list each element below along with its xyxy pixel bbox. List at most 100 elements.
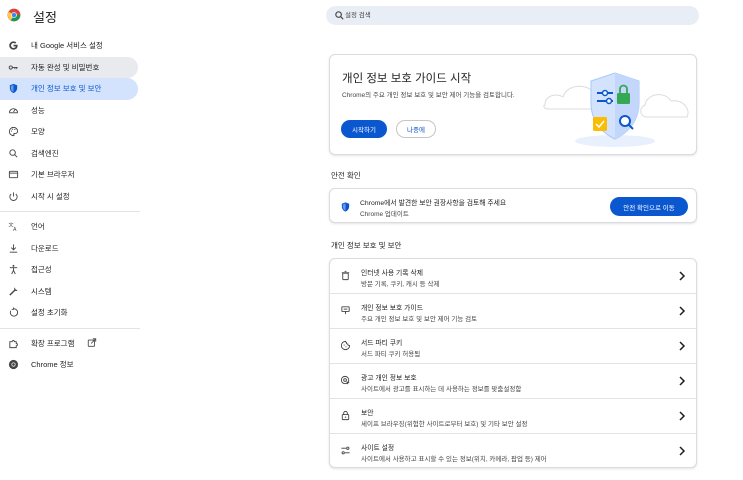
sidebar-item-google-services[interactable]: 내 Google 서비스 설정 [0,35,138,57]
lock-icon [341,410,350,421]
list-item-security[interactable]: 보안 세이프 브라우징(위험한 사이트로부터 보호) 및 기타 보안 설정 [330,399,696,434]
sidebar-item-label: 설정 초기화 [31,308,68,318]
sidebar-item-label: 언어 [31,222,45,232]
sidebar-divider [0,327,140,329]
sidebar-item-performance[interactable]: 성능 [0,100,138,122]
speedometer-icon [8,107,19,113]
chevron-right-icon [679,411,686,421]
reset-icon [9,307,19,317]
list-item-ad-privacy[interactable]: 광고 개인 정보 보호 사이트에서 광고를 표시하는 데 사용하는 정보를 맞춤… [330,364,696,399]
guide-title: 개인 정보 보호 가이드 시작 [342,73,472,85]
guide-icon [341,306,350,315]
privacy-guide-illustration [543,72,689,147]
sidebar-item-label: Chrome 정보 [31,360,74,370]
list-item-title: 서드 파티 쿠키 [361,340,403,347]
sidebar-item-reset[interactable]: 설정 초기화 [0,302,138,324]
safety-check-title: Chrome에서 발견한 보안 권장사항을 검토해 주세요 [360,200,507,207]
sidebar-item-label: 검색엔진 [31,148,59,158]
sidebar-item-autofill[interactable]: 자동 완성 및 비밀번호 [0,56,138,78]
list-item-subtitle: 방문 기록, 쿠키, 캐시 등 삭제 [361,281,440,288]
sidebar-item-label: 기본 브라우저 [31,170,75,180]
search-bar[interactable] [326,6,699,25]
search-icon [9,148,18,157]
sidebar-item-label: 성능 [31,105,45,115]
sidebar-item-search-engine[interactable]: 검색엔진 [0,143,138,165]
chevron-right-icon [679,376,686,386]
chrome-logo-icon [7,8,21,22]
sidebar-item-label: 내 Google 서비스 설정 [31,41,103,51]
chevron-right-icon [679,306,686,316]
list-item-title: 보안 [361,410,374,417]
safety-check-card: Chrome에서 발견한 보안 권장사항을 검토해 주세요 Chrome 업데이… [329,188,697,223]
list-item-subtitle: 주요 개인 정보 보호 및 보안 제어 기능 검토 [361,316,478,323]
sidebar-item-on-startup[interactable]: 시작 시 설정 [0,186,138,208]
privacy-section-title: 개인 정보 보호 및 보안 [331,241,402,250]
accessibility-icon [9,264,18,275]
translate-icon: 文 A [8,222,17,233]
list-item-third-party-cookies[interactable]: 서드 파티 쿠키 서드 파티 쿠키 허용됨 [330,329,696,364]
list-item-privacy-guide[interactable]: 개인 정보 보호 가이드 주요 개인 정보 보호 및 보안 제어 기능 검토 [330,294,696,329]
chevron-right-icon [679,341,686,351]
ad-privacy-icon [340,375,350,385]
list-item-title: 사이트 설정 [361,445,395,452]
chrome-icon [8,359,19,370]
start-guide-button[interactable]: 시작하기 [341,120,387,138]
list-item-site-settings[interactable]: 사이트 설정 사이트에서 사용하고 표시할 수 있는 정보(위치, 카메라, 팝… [330,434,696,469]
cookie-icon [340,340,351,351]
list-item-subtitle: 세이프 브라우징(위험한 사이트로부터 보호) 및 기타 보안 설정 [361,421,528,428]
search-icon [335,11,344,20]
google-g-icon [9,41,18,50]
shield-icon [9,83,18,94]
sidebar-item-extensions[interactable]: 확장 프로그램 [0,333,138,355]
sidebar-item-label: 시작 시 설정 [31,191,70,201]
list-item-subtitle: 사이트에서 사용하고 표시할 수 있는 정보(위치, 카메라, 팝업 등) 제어 [361,456,547,463]
power-icon [9,191,18,201]
site-settings-icon [341,446,350,455]
trash-icon [341,270,350,281]
sidebar-item-default-browser[interactable]: 기본 브라우저 [0,164,138,186]
browser-window-icon [8,170,19,179]
sidebar-item-label: 다운로드 [31,243,59,253]
sidebar-item-label: 개인 정보 보호 및 보안 [31,84,102,94]
sidebar-item-label: 접근성 [31,265,52,275]
shield-icon [341,202,350,212]
sidebar-item-accessibility[interactable]: 접근성 [0,259,138,281]
go-to-safety-check-button[interactable]: 안전 확인으로 이동 [610,197,688,216]
privacy-guide-card: 개인 정보 보호 가이드 시작 Chrome의 주요 개인 정보 보호 및 보안… [329,54,697,155]
list-item-title: 개인 정보 보호 가이드 [361,305,423,312]
safety-section-title: 안전 확인 [331,171,361,180]
sidebar-item-label: 확장 프로그램 [31,338,75,348]
sidebar-divider [0,211,140,212]
list-item-title: 인터넷 사용 기록 삭제 [361,270,423,277]
header: 설정 [0,0,743,32]
key-icon [8,64,18,70]
sidebar-item-label: 모양 [31,127,45,137]
sidebar-item-privacy[interactable]: 개인 정보 보호 및 보안 [0,78,138,100]
svg-text:A: A [13,227,17,232]
main-content: 개인 정보 보호 가이드 시작 Chrome의 주요 개인 정보 보호 및 보안… [329,54,697,468]
list-item-title: 광고 개인 정보 보호 [361,375,417,382]
sidebar-item-label: 시스템 [31,286,52,296]
search-input[interactable] [345,8,685,23]
later-button[interactable]: 나중에 [396,120,436,138]
palette-icon [8,126,19,137]
sidebar-item-label: 자동 완성 및 비밀번호 [31,62,100,72]
wrench-icon [9,286,18,296]
open-in-new-icon [87,337,97,347]
guide-description: Chrome의 주요 개인 정보 보호 및 보안 제어 기능을 검토합니다. [342,92,515,99]
list-item-subtitle: 서드 파티 쿠키 허용됨 [361,351,421,358]
chevron-right-icon [679,271,686,281]
sidebar-item-downloads[interactable]: 다운로드 [0,238,138,260]
download-icon [9,243,18,253]
app-title: 설정 [33,10,57,25]
safety-check-subtitle: Chrome 업데이트 [360,211,409,218]
sidebar: 내 Google 서비스 설정 자동 완성 및 비밀번호 개인 정보 보호 및 … [0,35,140,376]
list-item-subtitle: 사이트에서 광고를 표시하는 데 사용하는 정보를 맞춤설정함 [361,386,522,393]
sidebar-item-appearance[interactable]: 모양 [0,121,138,143]
privacy-settings-list: 인터넷 사용 기록 삭제 방문 기록, 쿠키, 캐시 등 삭제 개인 정보 보호… [329,258,697,468]
sidebar-item-system[interactable]: 시스템 [0,281,138,303]
puzzle-icon [9,339,18,348]
sidebar-item-about-chrome[interactable]: Chrome 정보 [0,354,138,376]
list-item-clear-browsing-data[interactable]: 인터넷 사용 기록 삭제 방문 기록, 쿠키, 캐시 등 삭제 [330,259,696,294]
sidebar-item-languages[interactable]: 文 A 언어 [0,216,138,238]
